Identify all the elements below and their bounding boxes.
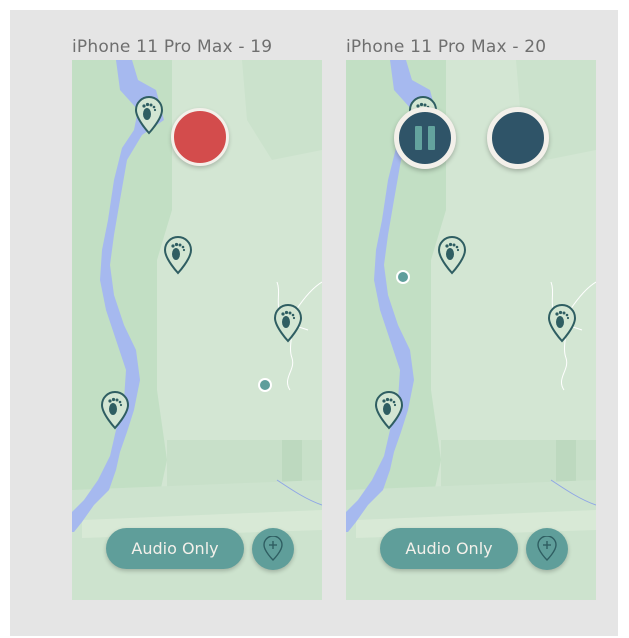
- pause-icon: [428, 126, 435, 150]
- pause-button[interactable]: [394, 107, 456, 169]
- footprint-pin-icon[interactable]: [272, 303, 304, 343]
- current-location-dot: [258, 378, 272, 392]
- stop-button[interactable]: [487, 107, 549, 169]
- footprint-pin-icon[interactable]: [133, 95, 165, 135]
- add-location-button[interactable]: [252, 528, 294, 570]
- pause-icon: [415, 126, 422, 150]
- current-location-dot: [396, 270, 410, 284]
- footprint-pin-icon[interactable]: [162, 235, 194, 275]
- record-button[interactable]: [171, 108, 229, 166]
- footprint-pin-icon[interactable]: [546, 303, 578, 343]
- add-location-icon: [537, 536, 557, 561]
- footprint-pin-icon[interactable]: [373, 390, 405, 430]
- add-location-button[interactable]: [526, 528, 568, 570]
- artboard-title-19[interactable]: iPhone 11 Pro Max - 19: [72, 37, 272, 57]
- artboard-title-20[interactable]: iPhone 11 Pro Max - 20: [346, 37, 546, 57]
- artboard-iphone-19[interactable]: Audio Only: [72, 60, 322, 600]
- audio-only-button[interactable]: Audio Only: [380, 528, 518, 569]
- footprint-pin-icon[interactable]: [99, 390, 131, 430]
- audio-only-button[interactable]: Audio Only: [106, 528, 244, 569]
- footprint-pin-icon[interactable]: [436, 235, 468, 275]
- add-location-icon: [263, 536, 283, 561]
- artboard-iphone-20[interactable]: Audio Only: [346, 60, 596, 600]
